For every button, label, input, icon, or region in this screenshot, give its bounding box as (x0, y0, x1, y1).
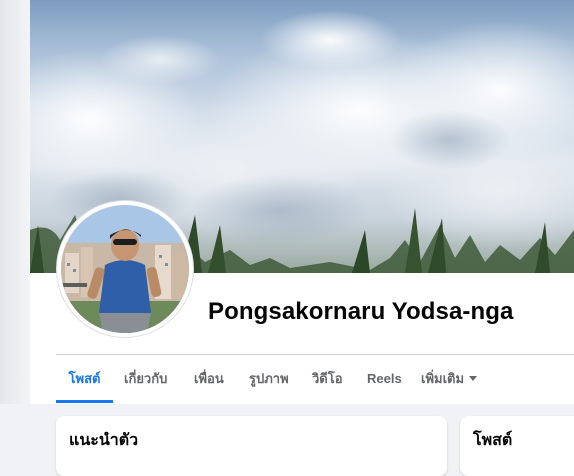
tab-friends[interactable]: เพื่อน (194, 355, 224, 403)
left-background-strip (0, 0, 30, 404)
active-tab-underline (56, 400, 113, 403)
posts-card-title: โพสต์ (473, 432, 513, 449)
tab-friends-label: เพื่อน (194, 371, 224, 386)
tab-more-label: เพิ่มเติม (421, 371, 465, 386)
avatar-photo (61, 205, 189, 333)
intro-card-title: แนะนำตัว (69, 432, 139, 449)
tab-reels[interactable]: Reels (367, 355, 402, 403)
tab-photos[interactable]: รูปภาพ (249, 355, 289, 403)
profile-name: Pongsakornaru Yodsa-nga (208, 298, 514, 325)
tab-more[interactable]: เพิ่มเติม (421, 355, 478, 403)
tab-posts-label: โพสต์ (68, 371, 101, 386)
tab-about-label: เกี่ยวกับ (124, 371, 168, 386)
profile-tabs: โพสต์ เกี่ยวกับ เพื่อน รูปภาพ วิดีโอ Ree… (56, 355, 574, 403)
tab-reels-label: Reels (367, 371, 402, 386)
posts-card: โพสต์ (460, 416, 574, 476)
caret-down-icon (469, 376, 478, 381)
profile-avatar[interactable] (57, 201, 193, 337)
tab-photos-label: รูปภาพ (249, 371, 289, 386)
tab-videos[interactable]: วิดีโอ (312, 355, 343, 403)
tab-about[interactable]: เกี่ยวกับ (124, 355, 167, 403)
tab-videos-label: วิดีโอ (312, 371, 343, 386)
tab-posts[interactable]: โพสต์ (56, 355, 113, 403)
intro-card: แนะนำตัว (56, 416, 447, 476)
